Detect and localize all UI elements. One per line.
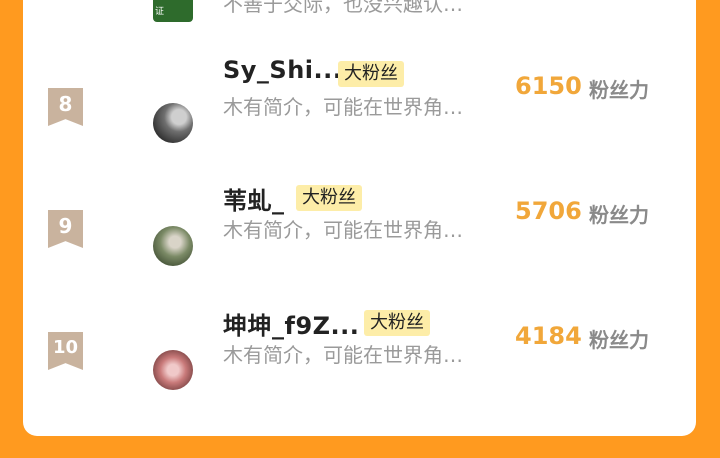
user-name[interactable]: Sy_Shi... <box>223 56 342 84</box>
rank-badge: 8 <box>48 88 83 126</box>
ranking-row[interactable]: 9 苇虬_ 大粉丝 木有简介，可能在世界角… 5706 粉丝力 <box>23 185 696 315</box>
user-name[interactable]: 苇虬_ <box>223 181 285 216</box>
rank-badge: 10 <box>48 332 83 370</box>
fan-power-score: 4184 <box>515 322 582 350</box>
ranking-row[interactable]: 10 坤坤_f9Z... 大粉丝 木有简介，可能在世界角… 4184 粉丝力 <box>23 310 696 436</box>
fan-level-badge: 大粉丝 <box>338 61 404 87</box>
avatar[interactable] <box>153 226 193 266</box>
fan-power-score: 5706 <box>515 197 582 225</box>
fan-level-badge: 大粉丝 <box>296 185 362 211</box>
avatar[interactable] <box>153 350 193 390</box>
fan-power-unit: 粉丝力 <box>589 328 649 352</box>
ranking-row-partial[interactable]: 证 不善于交际，也没兴趣认… <box>23 0 696 30</box>
user-bio: 木有简介，可能在世界角… <box>223 95 463 119</box>
rank-badge: 9 <box>48 210 83 248</box>
user-bio: 木有简介，可能在世界角… <box>223 218 463 242</box>
fan-power-unit: 粉丝力 <box>589 78 649 102</box>
user-name[interactable]: 坤坤_f9Z... <box>223 306 359 341</box>
fan-power-unit: 粉丝力 <box>589 203 649 227</box>
fan-level-badge: 大粉丝 <box>364 310 430 336</box>
fan-power-score: 6150 <box>515 72 582 100</box>
user-bio: 木有简介，可能在世界角… <box>223 343 463 367</box>
avatar-label: 证 <box>155 7 165 17</box>
user-bio: 不善于交际，也没兴趣认… <box>223 0 463 16</box>
avatar[interactable] <box>153 103 193 143</box>
avatar[interactable]: 证 <box>153 0 193 22</box>
fan-ranking-card: 证 不善于交际，也没兴趣认… 8 Sy_Shi... 大粉丝 木有简介，可能在世… <box>23 0 696 436</box>
ranking-row[interactable]: 8 Sy_Shi... 大粉丝 木有简介，可能在世界角… 6150 粉丝力 <box>23 56 696 190</box>
